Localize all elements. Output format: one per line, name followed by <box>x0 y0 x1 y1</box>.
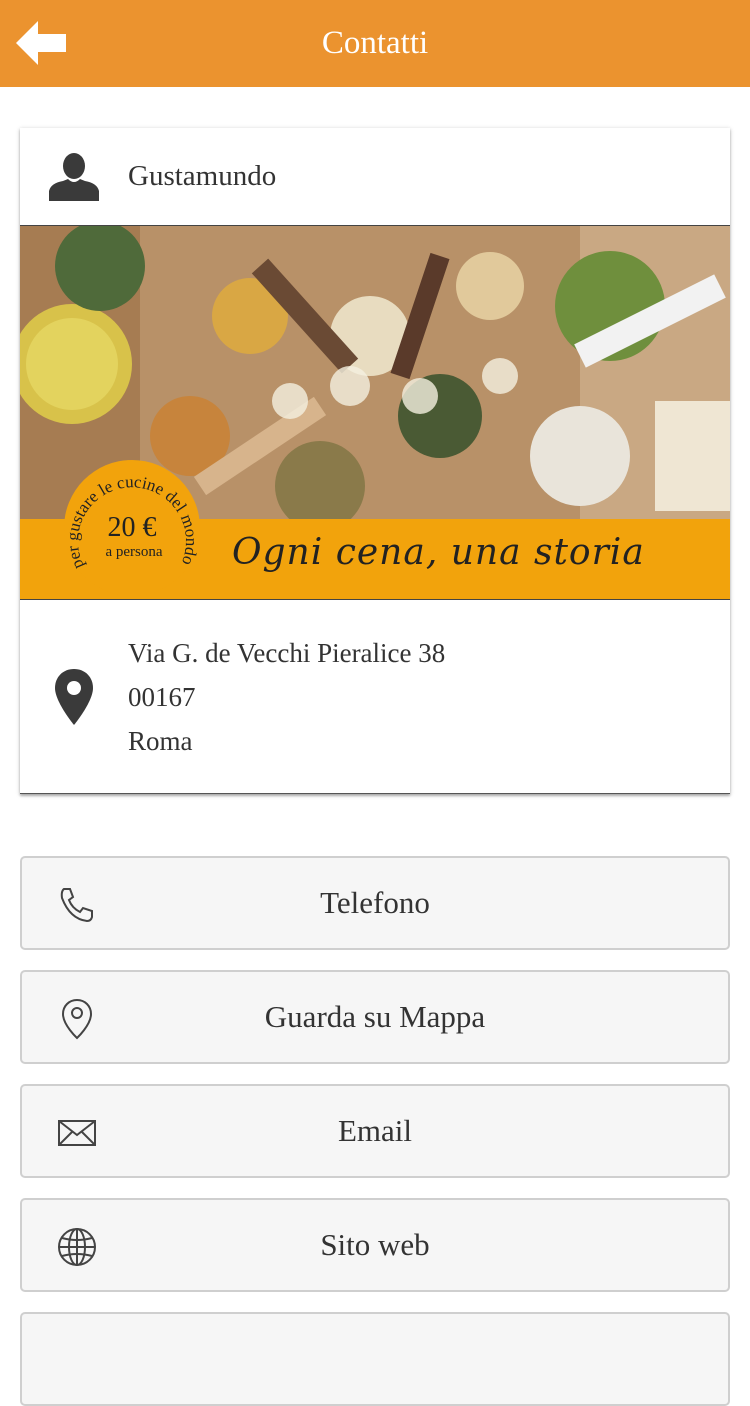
address-street: Via G. de Vecchi Pieralice 38 <box>128 638 446 668</box>
contact-card: Gustamundo per gustare le cucine del mon… <box>20 128 730 794</box>
contact-name: Gustamundo <box>128 160 277 192</box>
arrow-left-icon <box>16 21 66 65</box>
phone-button[interactable]: Telefono <box>20 856 730 950</box>
website-label: Sito web <box>320 1227 430 1262</box>
page-title: Contatti <box>321 25 429 61</box>
map-label: Guarda su Mappa <box>264 999 486 1034</box>
envelope-icon <box>58 1120 96 1146</box>
map-button[interactable]: Guarda su Mappa <box>20 970 730 1064</box>
address-city: Roma <box>128 726 193 756</box>
badge-sub: a persona <box>105 544 162 560</box>
address-lines: Via G. de Vecchi Pieralice 38 00167 Roma <box>128 631 445 763</box>
price-badge: per gustare le cucine del mondo 20 € a p… <box>62 458 202 599</box>
banner-slogan: Ogni cena, una storia <box>232 532 645 573</box>
phone-label: Telefono <box>320 885 430 920</box>
contact-name-row: Gustamundo <box>20 128 730 226</box>
top-navbar: Contatti <box>0 0 750 87</box>
badge-price: 20 € <box>108 512 157 543</box>
email-button[interactable]: Email <box>20 1084 730 1178</box>
phone-icon <box>60 888 93 923</box>
restaurant-banner: per gustare le cucine del mondo 20 € a p… <box>20 226 730 600</box>
map-marker-icon <box>55 669 93 725</box>
address-zip: 00167 <box>128 682 196 712</box>
address-row: Via G. de Vecchi Pieralice 38 00167 Roma <box>20 602 730 792</box>
person-icon <box>49 152 99 201</box>
map-pin-icon <box>61 998 93 1040</box>
back-button[interactable] <box>14 18 68 68</box>
website-button[interactable]: Sito web <box>20 1198 730 1292</box>
more-button[interactable] <box>20 1312 730 1406</box>
email-label: Email <box>337 1113 413 1148</box>
globe-icon <box>58 1228 96 1266</box>
